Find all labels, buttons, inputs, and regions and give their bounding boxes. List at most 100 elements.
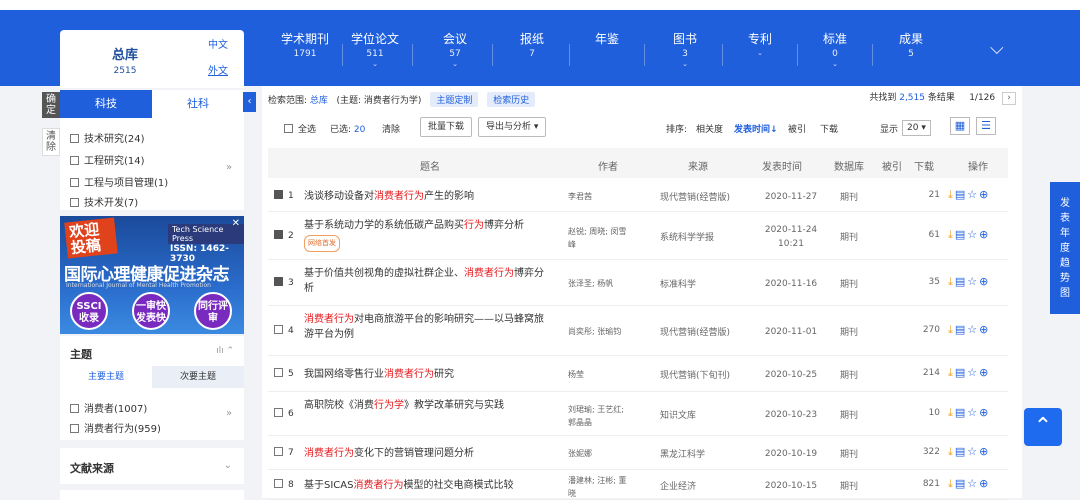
checkbox[interactable] [70,134,79,143]
sort-citation[interactable]: 被引 [788,122,806,135]
row-select[interactable]: 6 [274,408,294,419]
lang-foreign[interactable]: 外文 [196,62,240,77]
download-icon[interactable]: ⤓ [948,228,955,241]
page-size-select[interactable]: 20 ▾ [902,120,931,136]
library-title[interactable]: 总库 [60,44,190,63]
back-to-top-button[interactable]: ⌃ [1024,408,1062,446]
journal-ad-banner[interactable]: 欢迎投稿 Tech Science Press ISSN: 1462-3730 … [60,216,244,334]
result-title[interactable]: 高职院校《消费行为学》教学改革研究与实践 [304,398,552,413]
checkbox[interactable] [274,190,283,199]
export-analysis-button[interactable]: 导出与分析 ▾ [478,117,547,137]
checkbox[interactable] [274,368,283,377]
nav-tab[interactable]: 标准 0 ⌄ [800,30,870,68]
checkbox[interactable] [284,124,293,133]
chart-collapse-icon[interactable]: ılı ⌃ [216,346,234,356]
year-trend-chart-tab[interactable]: 发表年度趋势图 [1050,182,1080,314]
favorite-icon[interactable]: ☆ [967,323,979,336]
checkbox[interactable] [70,198,79,207]
source-filter[interactable]: 文献来源 ⌄ [60,448,244,484]
favorite-icon[interactable]: ☆ [967,366,979,379]
clear-toggle[interactable]: 清除 [42,128,60,156]
result-author[interactable]: 潘建林; 汪彬; 董晓 [568,474,634,500]
sort-download[interactable]: 下载 [820,122,838,135]
grid-view-icon[interactable]: ▦ [950,117,970,135]
expand-nav-icon[interactable]: ⌵ [990,38,1004,59]
result-author[interactable]: 张妮娜 [568,447,634,460]
result-title[interactable]: 消费者行为对电商旅游平台的影响研究——以马蜂窝旅游平台为例 [304,312,552,342]
download-icon[interactable]: ⤓ [948,188,955,201]
result-author[interactable]: 尚奕彤; 张瑜钧 [568,325,634,338]
close-icon[interactable]: ✕ [232,218,240,229]
result-source[interactable]: 知识文库 [660,408,746,421]
more-arrow-icon[interactable]: » [226,408,232,419]
nav-tab[interactable]: 年鉴 [572,30,642,49]
result-author[interactable]: 赵锐; 周晓; 闵雪峰 [568,225,634,251]
checkbox[interactable] [274,479,283,488]
tab-main-subject[interactable]: 主要主题 [60,366,152,388]
read-icon[interactable]: ▤ [955,323,967,336]
tab-science-tech[interactable]: 科技 [60,90,152,118]
read-icon[interactable]: ▤ [955,228,967,241]
result-title[interactable]: 浅谈移动设备对消费者行为产生的影响 [304,189,552,204]
row-select[interactable]: 8 [274,479,294,490]
nav-tab[interactable]: 成果 5 [876,30,946,60]
row-select[interactable]: 1 [274,190,294,201]
quote-icon[interactable]: ⊕ [979,275,990,288]
checkbox[interactable] [70,156,79,165]
result-title[interactable]: 我国网络零售行业消费者行为研究 [304,367,552,382]
nav-tab[interactable]: 学术期刊 1791 [270,30,340,60]
favorite-icon[interactable]: ☆ [967,406,979,419]
quote-icon[interactable]: ⊕ [979,366,990,379]
nav-tab[interactable]: 学位论文 511 ⌄ [340,30,410,68]
result-source[interactable]: 系统科学学报 [660,230,746,243]
checkbox[interactable] [274,447,283,456]
row-select[interactable]: 5 [274,368,294,379]
checkbox[interactable] [274,408,283,417]
read-icon[interactable]: ▤ [955,275,967,288]
row-select[interactable]: 3 [274,277,294,288]
filter-item[interactable]: 工程与项目管理(1) [70,174,168,189]
list-view-icon[interactable]: ☰ [976,117,996,135]
result-title[interactable]: 基于价值共创视角的虚拟社群企业、消费者行为博弈分析 [304,266,552,296]
tab-sub-subject[interactable]: 次要主题 [152,366,244,388]
row-select[interactable]: 7 [274,447,294,458]
topic-custom-button[interactable]: 主题定制 [430,92,479,107]
download-icon[interactable]: ⤓ [948,323,955,336]
quote-icon[interactable]: ⊕ [979,445,990,458]
download-icon[interactable]: ⤓ [948,275,955,288]
nav-tab[interactable]: 图书 3 ⌄ [650,30,720,68]
search-history-button[interactable]: 检索历史 [487,92,536,107]
download-icon[interactable]: ⤓ [948,406,955,419]
collapse-sidebar-icon[interactable]: ‹ [243,92,256,112]
result-author[interactable]: 刘珺瑜; 王艺红; 郭晶晶 [568,403,634,429]
result-title[interactable]: 消费者行为变化下的营销管理问题分析 [304,446,552,461]
quote-icon[interactable]: ⊕ [979,228,990,241]
favorite-icon[interactable]: ☆ [967,445,979,458]
read-icon[interactable]: ▤ [955,188,967,201]
checkbox[interactable] [70,424,79,433]
chevron-down-icon[interactable]: ⌄ [224,460,232,471]
filter-item[interactable]: 消费者(1007) [70,400,147,415]
result-source[interactable]: 现代营销(经营版) [660,190,746,203]
result-author[interactable]: 李君茜 [568,190,634,203]
checkbox[interactable] [70,178,79,187]
download-icon[interactable]: ⤓ [948,366,955,379]
favorite-icon[interactable]: ☆ [967,228,979,241]
result-author[interactable]: 杨莹 [568,368,634,381]
next-page-icon[interactable]: › [1002,92,1016,105]
scope-db[interactable]: 总库 [310,96,328,106]
result-source[interactable]: 标准科学 [660,277,746,290]
quote-icon[interactable]: ⊕ [979,188,990,201]
download-icon[interactable]: ⤓ [948,445,955,458]
more-arrow-icon[interactable]: » [226,162,232,173]
read-icon[interactable]: ▤ [955,477,967,490]
favorite-icon[interactable]: ☆ [967,275,979,288]
checkbox[interactable] [274,230,283,239]
read-icon[interactable]: ▤ [955,406,967,419]
checkbox[interactable] [70,404,79,413]
sort-date[interactable]: 发表时间↓ [734,122,778,135]
download-icon[interactable]: ⤓ [948,477,955,490]
batch-download-button[interactable]: 批量下载 [420,117,473,137]
checkbox[interactable] [274,277,283,286]
row-select[interactable]: 2 [274,230,294,241]
